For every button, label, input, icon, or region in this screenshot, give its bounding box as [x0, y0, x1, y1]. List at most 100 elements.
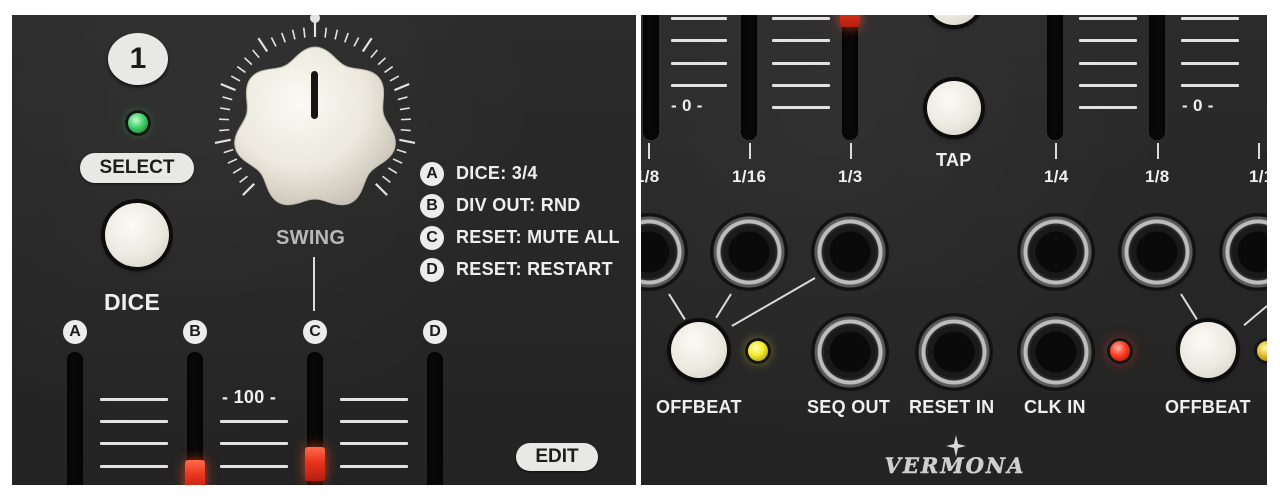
scale-tick: [671, 39, 727, 42]
scale-tick: [1079, 39, 1137, 42]
knob-scale-tick: [324, 27, 328, 38]
scale-tick: [772, 17, 830, 20]
legend-text-a: DICE: 3/4: [456, 163, 538, 183]
fader-letter-d: D: [423, 320, 447, 344]
knob-scale-tick: [302, 27, 306, 38]
scale-tick: [772, 84, 830, 87]
legend-text-d: RESET: RESTART: [456, 259, 613, 279]
division-label-3: 1/3: [838, 167, 863, 186]
fader-track[interactable]: [741, 15, 757, 140]
scale-tick: [340, 442, 408, 445]
edit-button[interactable]: EDIT: [516, 443, 598, 471]
fader-track[interactable]: [1047, 15, 1063, 140]
swing-knob[interactable]: [220, 41, 410, 221]
knob-scale-tick: [291, 29, 296, 40]
fader-a-track[interactable]: [67, 352, 83, 485]
division-label-6: 1/1: [1249, 167, 1267, 186]
select-label-badge[interactable]: SELECT: [80, 153, 194, 183]
scale-tick: [1181, 17, 1239, 20]
fader-track[interactable]: [643, 15, 659, 140]
tap-button[interactable]: [927, 81, 981, 135]
legend-key-c: C: [420, 226, 444, 250]
scale-tick: [671, 84, 727, 87]
scale-tick: [100, 442, 168, 445]
fader-track[interactable]: [1149, 15, 1165, 140]
fader-c-handle[interactable]: [305, 447, 325, 481]
seq-out-jack[interactable]: [811, 313, 889, 391]
scale-tick: [671, 62, 727, 65]
legend-key-a: A: [420, 162, 444, 186]
channel-number-badge: 1: [108, 33, 168, 85]
offbeat-led-right: [1257, 341, 1267, 361]
legend-key-d: D: [420, 258, 444, 282]
scale-tick: [340, 420, 408, 423]
fader-track[interactable]: [842, 15, 858, 140]
legend-text-c: RESET: MUTE ALL: [456, 227, 620, 247]
vermona-logo: VERMONA: [875, 435, 1035, 481]
division-output-jack[interactable]: [710, 213, 788, 291]
scale-tick: [100, 398, 168, 401]
offbeat-led-left: [748, 341, 768, 361]
division-output-jack[interactable]: [1219, 213, 1267, 291]
division-stem: [1157, 143, 1159, 159]
fader-letter-a: A: [63, 320, 87, 344]
division-output-jack[interactable]: [1118, 213, 1196, 291]
division-stem: [648, 143, 650, 159]
channel-number: 1: [129, 42, 147, 75]
swing-connector-line: [313, 257, 315, 311]
offbeat-button-right[interactable]: [1180, 322, 1236, 378]
clock-led: [1110, 341, 1130, 361]
scale-tick: [220, 442, 288, 445]
patch-line: [1180, 293, 1198, 320]
scale-tick: [1079, 62, 1137, 65]
division-label-5: 1/8: [1145, 167, 1170, 186]
fader-zero-label-left: - 0 -: [671, 96, 703, 115]
offbeat-label-right: OFFBEAT: [1165, 397, 1251, 417]
scale-tick: [1079, 106, 1137, 109]
division-stem: [749, 143, 751, 159]
scale-tick: [100, 465, 168, 468]
scale-tick: [220, 420, 288, 423]
scale-tick: [1181, 62, 1239, 65]
fader-handle[interactable]: [840, 15, 860, 27]
fader-b-handle[interactable]: [185, 460, 205, 485]
knob-scale-tick: [334, 29, 339, 40]
patch-line: [668, 293, 686, 320]
fader-zero-label-right: - 0 -: [1182, 96, 1214, 115]
division-label-1: 1/8: [641, 167, 660, 186]
scale-tick: [772, 39, 830, 42]
tap-label: TAP: [936, 150, 972, 170]
division-output-jack[interactable]: [641, 213, 688, 291]
scale-tick: [1079, 84, 1137, 87]
scale-tick: [1181, 84, 1239, 87]
scale-tick: [772, 106, 830, 109]
scale-tick: [772, 62, 830, 65]
brand-name: VERMONA: [884, 453, 1026, 479]
division-output-jack[interactable]: [1017, 213, 1095, 291]
fader-d-track[interactable]: [427, 352, 443, 485]
offbeat-button-left[interactable]: [671, 322, 727, 378]
seq-out-label: SEQ OUT: [807, 397, 891, 417]
edit-label: EDIT: [535, 446, 579, 467]
offbeat-label-left: OFFBEAT: [656, 397, 742, 417]
scale-tick: [340, 398, 408, 401]
scale-tick: [671, 17, 727, 20]
scale-tick: [1181, 39, 1239, 42]
scale-tick: [1079, 17, 1137, 20]
patch-line: [1243, 305, 1267, 327]
patch-line: [715, 293, 732, 319]
clk-in-jack[interactable]: [1017, 313, 1095, 391]
clk-in-label: CLK IN: [1024, 397, 1086, 417]
dice-label: DICE: [104, 289, 161, 315]
top-button-partial[interactable]: [927, 15, 981, 25]
sequencer-panel-left: 1 SELECT DICE SWING A DICE: 3/4 B DIV OU…: [12, 15, 636, 485]
division-output-jack[interactable]: [811, 213, 889, 291]
dice-button[interactable]: [105, 203, 169, 267]
sequencer-panel-right: - 0 - - 0 - TAP 1/8 1/16 1/3 1/4 1/8 1/1…: [641, 15, 1267, 485]
reset-in-jack[interactable]: [915, 313, 993, 391]
division-label-2: 1/16: [732, 167, 767, 186]
scale-tick: [220, 465, 288, 468]
fader-letter-c: C: [303, 320, 327, 344]
division-label-4: 1/4: [1044, 167, 1069, 186]
fader-scale-label: - 100 -: [222, 387, 277, 407]
